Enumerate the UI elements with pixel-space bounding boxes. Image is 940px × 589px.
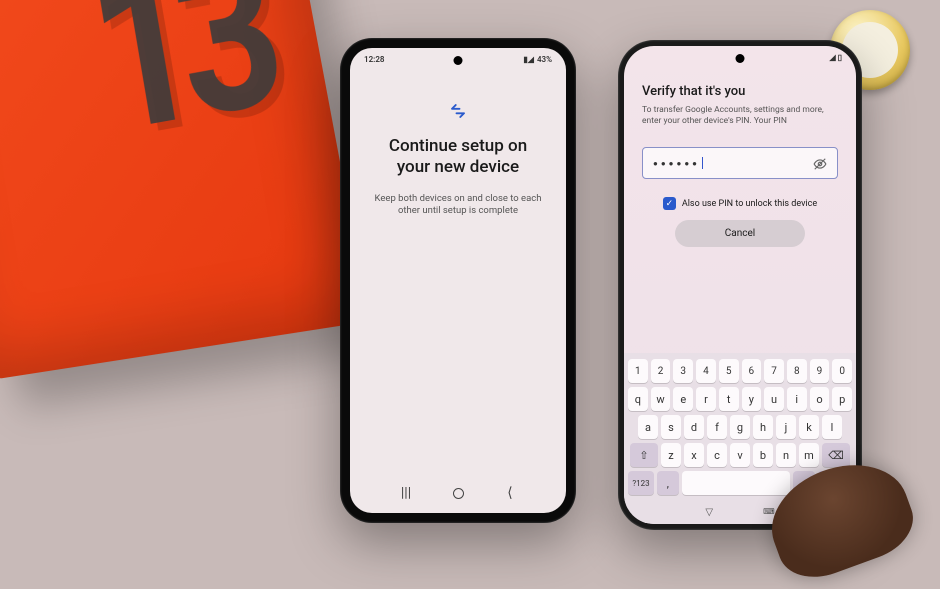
key-w[interactable]: w [651,387,671,411]
key-e[interactable]: e [673,387,693,411]
key-b[interactable]: b [753,443,773,467]
product-box: 13 [0,0,370,379]
setup-body: Keep both devices on and close to each o… [372,193,544,219]
signal-icon: ◢ ▯ [829,53,842,62]
key-g[interactable]: g [730,415,750,439]
key-j[interactable]: j [776,415,796,439]
key-8[interactable]: 8 [787,359,807,383]
key-d[interactable]: d [684,415,704,439]
recents-button[interactable]: ||| [391,485,421,501]
signal-icon: ▮◢ [523,55,534,64]
key-2[interactable]: 2 [651,359,671,383]
key-f[interactable]: f [707,415,727,439]
back-button[interactable]: ▽ [705,507,713,518]
key-t[interactable]: t [719,387,739,411]
transfer-icon [449,102,467,124]
space-key[interactable] [682,471,791,495]
key-9[interactable]: 9 [810,359,830,383]
key-x[interactable]: x [684,443,704,467]
key-3[interactable]: 3 [673,359,693,383]
key-a[interactable]: a [638,415,658,439]
key-n[interactable]: n [776,443,796,467]
key-0[interactable]: 0 [832,359,852,383]
key-6[interactable]: 6 [742,359,762,383]
verify-body: To transfer Google Accounts, settings an… [642,105,838,127]
battery-text: 43% [537,55,552,64]
key-q[interactable]: q [628,387,648,411]
phone-target: ◢ ▯ Verify that it's you To transfer Goo… [618,40,862,530]
use-pin-label: Also use PIN to unlock this device [682,199,817,209]
key-i[interactable]: i [787,387,807,411]
use-pin-checkbox[interactable]: ✓ [663,197,676,210]
shift-key[interactable]: ⇧ [630,443,658,467]
verify-title: Verify that it's you [642,84,838,99]
visibility-toggle-icon[interactable] [813,156,827,170]
key-z[interactable]: z [661,443,681,467]
status-time: 12:28 [364,55,384,64]
key-o[interactable]: o [810,387,830,411]
cancel-button[interactable]: Cancel [675,220,805,247]
key-5[interactable]: 5 [719,359,739,383]
key-7[interactable]: 7 [764,359,784,383]
setup-title: Continue setup onyour new device [389,136,527,179]
comma-key[interactable]: , [657,471,679,495]
back-button[interactable]: ⟨ [495,485,525,501]
key-u[interactable]: u [764,387,784,411]
key-m[interactable]: m [799,443,819,467]
key-v[interactable]: v [730,443,750,467]
key-l[interactable]: l [822,415,842,439]
key-k[interactable]: k [799,415,819,439]
key-4[interactable]: 4 [696,359,716,383]
camera-hole [454,56,463,65]
backspace-key[interactable]: ⌫ [822,443,850,467]
key-y[interactable]: y [742,387,762,411]
android-navbar: ||| ⟨ [350,477,566,513]
key-c[interactable]: c [707,443,727,467]
key-r[interactable]: r [696,387,716,411]
key-1[interactable]: 1 [628,359,648,383]
key-p[interactable]: p [832,387,852,411]
camera-hole [736,54,745,63]
box-label: 13 [78,0,282,166]
symbols-key[interactable]: ?123 [628,471,654,495]
key-s[interactable]: s [661,415,681,439]
pin-input[interactable]: ●●●●●● [642,147,838,179]
phone-source: 12:28 ▮◢ 43% Continue setup onyour new d… [340,38,576,523]
key-h[interactable]: h [753,415,773,439]
home-button[interactable] [443,488,473,499]
